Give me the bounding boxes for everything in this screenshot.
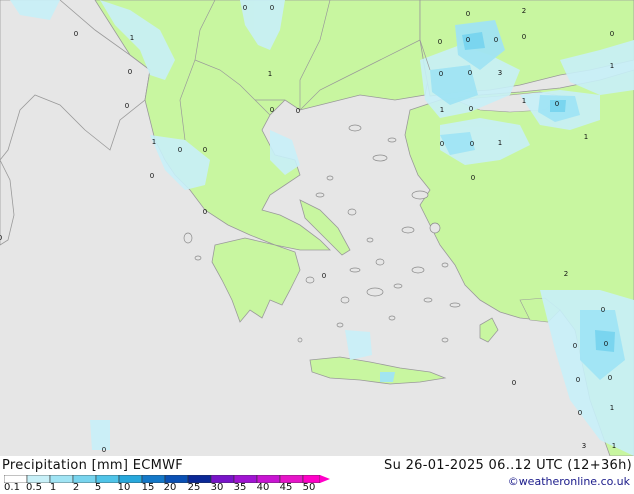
grid-value: 3 <box>582 442 586 450</box>
color-scale-labels: 0.1 0.5 1 2 5 10 15 20 25 30 35 40 45 50 <box>0 482 340 494</box>
grid-value: 2 <box>522 7 526 15</box>
grid-value: 0 <box>522 33 526 41</box>
grid-value: 0 <box>125 102 129 110</box>
color-scale-tick: 1 <box>49 482 57 493</box>
grid-value: 0 <box>440 140 444 148</box>
grid-value: 0 <box>555 100 559 108</box>
product-title: Precipitation [mm] ECMWF <box>2 458 184 473</box>
color-scale-tick: 50 <box>302 482 316 493</box>
grid-value: 0 <box>601 306 605 314</box>
grid-value: 1 <box>612 442 616 450</box>
grid-value: 0 <box>576 376 580 384</box>
grid-value: 1 <box>152 138 156 146</box>
grid-value: 0 <box>178 146 182 154</box>
grid-value: 0 <box>128 68 132 76</box>
credit-link[interactable]: ©weatheronline.co.uk <box>508 475 630 488</box>
color-scale-tick: 0.5 <box>26 482 42 493</box>
grid-value: 0 <box>203 146 207 154</box>
map-footer: Precipitation [mm] ECMWF Su 26-01-2025 0… <box>0 456 634 493</box>
grid-value: 0 <box>610 30 614 38</box>
grid-value: 0 <box>573 342 577 350</box>
grid-value: 1 <box>130 34 134 42</box>
grid-value: 0 <box>270 4 274 12</box>
grid-value: 0 <box>438 38 442 46</box>
grid-value: 0 <box>322 272 326 280</box>
color-scale-tick: 5 <box>94 482 102 493</box>
grid-value: 1 <box>440 106 444 114</box>
grid-value: 0 <box>471 174 475 182</box>
grid-value: 1 <box>584 133 588 141</box>
grid-value: 0 <box>468 69 472 77</box>
color-scale-tick: 30 <box>210 482 224 493</box>
grid-value: 0 <box>203 208 207 216</box>
grid-value: 0 <box>608 374 612 382</box>
grid-value: 3 <box>498 69 502 77</box>
grid-value: 0 <box>604 340 608 348</box>
grid-value: 0 <box>270 106 274 114</box>
grid-value: 0 <box>494 36 498 44</box>
grid-value: 1 <box>610 404 614 412</box>
grid-value: 0 <box>578 409 582 417</box>
color-scale-tick: 20 <box>163 482 177 493</box>
grid-value: 0 <box>74 30 78 38</box>
grid-value: 0 <box>466 10 470 18</box>
valid-time: Su 26-01-2025 06..12 UTC (12+36h) <box>384 458 632 473</box>
precipitation-map: 0 0 1 0 0 0 0 0 0 0 0 1 0 0 0 0 0 0 3 1 0 1 0 1 1 0 0 1 0 0 2 2 0 0 0 0 0 0 0 1… <box>0 0 634 456</box>
grid-value: 0 <box>469 105 473 113</box>
color-scale-tick: 15 <box>141 482 155 493</box>
grid-value: 0 <box>439 70 443 78</box>
grid-value: 2 <box>564 270 568 278</box>
grid-value: 0 <box>466 36 470 44</box>
grid-value: 1 <box>498 139 502 147</box>
color-scale-tick: 25 <box>187 482 201 493</box>
map-canvas: 0 0 1 0 0 0 0 0 0 0 0 1 0 0 0 0 0 0 3 1 0 1 0 1 1 0 0 1 0 0 2 2 0 0 0 0 0 0 0 1… <box>0 0 634 456</box>
color-scale-tick: 45 <box>279 482 293 493</box>
grid-value: 1 <box>268 70 272 78</box>
grid-value: 0 <box>296 107 300 115</box>
color-scale-arrow <box>320 475 330 483</box>
grid-value: 0 <box>470 140 474 148</box>
grid-value: 1 <box>522 97 526 105</box>
color-scale-tick: 0.1 <box>4 482 20 493</box>
color-scale-tick: 2 <box>72 482 80 493</box>
color-scale-tick: 40 <box>256 482 270 493</box>
color-scale-tick: 35 <box>233 482 247 493</box>
grid-value: 0 <box>512 379 516 387</box>
grid-value: 0 <box>243 4 247 12</box>
grid-value: 1 <box>610 62 614 70</box>
grid-value: 0 <box>102 446 106 454</box>
grid-value: 0 <box>150 172 154 180</box>
grid-value: 0 <box>0 234 2 242</box>
color-scale-tick: 10 <box>117 482 131 493</box>
